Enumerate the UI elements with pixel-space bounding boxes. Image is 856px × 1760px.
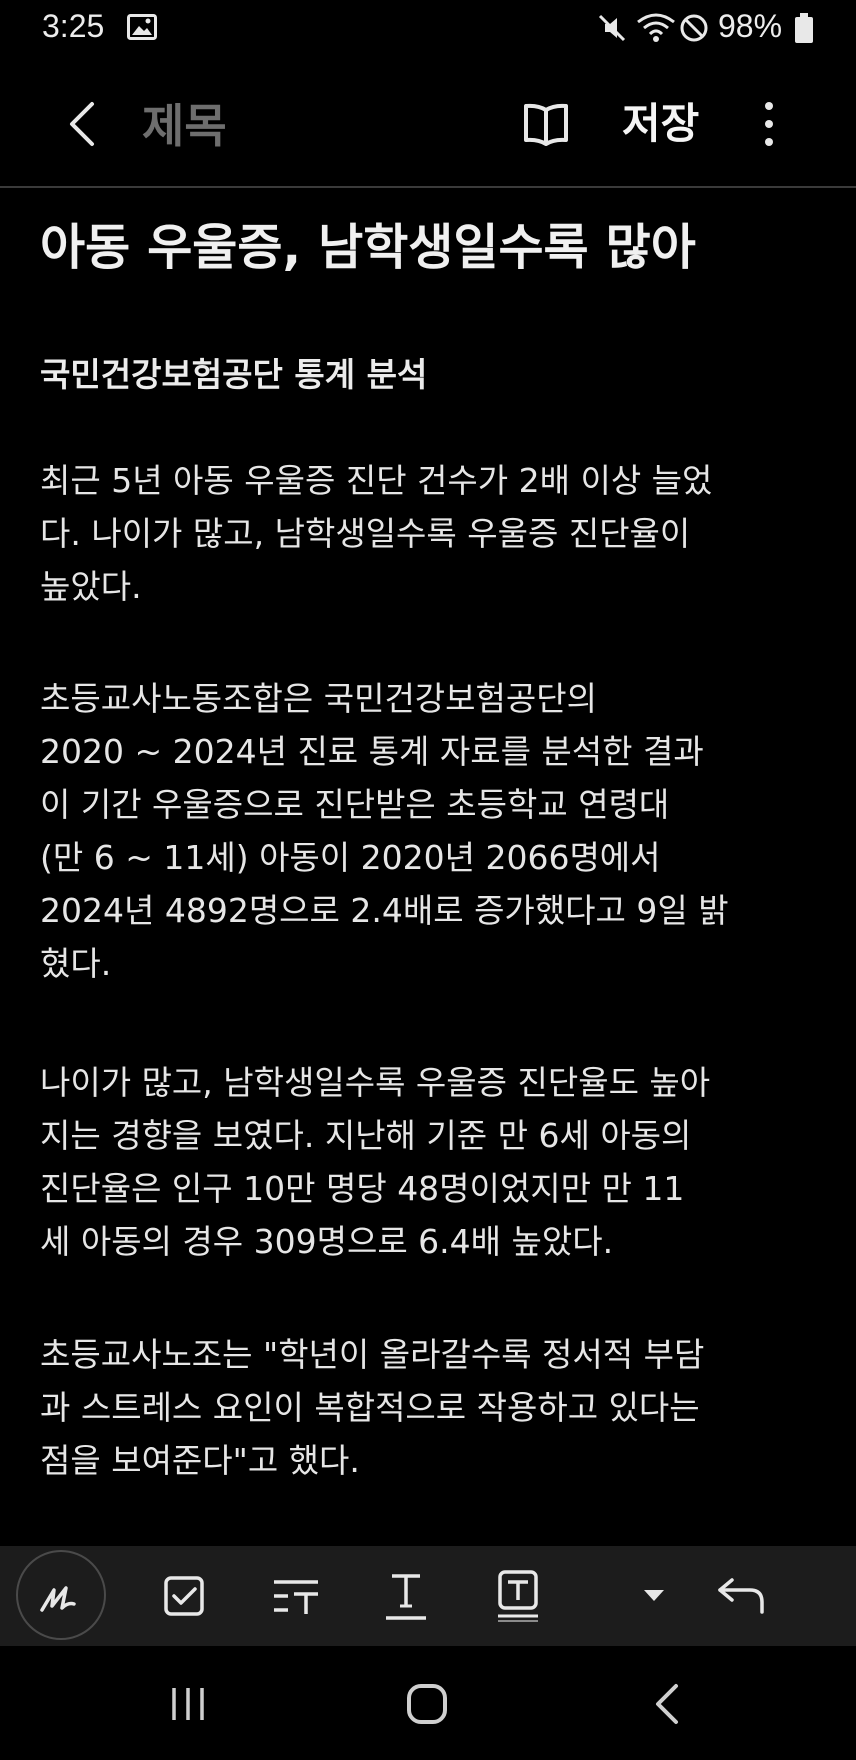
battery-percentage: 98% [718,8,783,44]
mute-icon [598,14,626,42]
status-time: 3:25 [42,8,105,44]
app-header: 제목 저장 [0,60,856,188]
note-paragraph-1: 최근 5년 아동 우울증 진단 건수가 2배 이상 늘었 다. 나이가 많고, … [40,461,713,606]
undo-icon[interactable] [710,1564,774,1628]
more-options-icon[interactable] [752,96,786,152]
editor-toolbar [0,1546,856,1646]
home-icon[interactable] [397,1676,457,1732]
note-heading: 아동 우울증, 남학생일수록 많아 [40,219,696,276]
block-icon [680,14,708,42]
reader-mode-icon[interactable] [520,98,572,150]
title-input[interactable]: 제목 [142,90,227,156]
checkbox-icon[interactable] [152,1564,216,1628]
back-icon[interactable] [60,96,108,152]
note-body[interactable]: 아동 우울증, 남학생일수록 많아 국민건강보험공단 통계 분석 최근 5년 아… [40,218,820,1480]
back-nav-icon[interactable] [638,1676,698,1732]
note-paragraph-4: 초등교사노조는 "학년이 올라갈수록 정서적 부담 과 스트레스 요인이 복합적… [40,1335,705,1480]
note-paragraph-2: 초등교사노동조합은 국민건강보험공단의 2020 ~ 2024년 진료 통계 자… [40,679,729,983]
dropdown-arrow-icon[interactable] [622,1564,686,1628]
system-nav-bar [0,1646,856,1760]
image-icon [127,14,157,40]
battery-icon [795,13,813,43]
note-subheading: 국민건강보험공단 통계 분석 [40,355,428,394]
pen-icon [40,1586,76,1612]
text-style-icon[interactable] [264,1564,328,1628]
note-paragraph-3: 나이가 많고, 남학생일수록 우울증 진단율도 높아 지는 경향을 보였다. 지… [40,1063,711,1261]
wifi-icon [637,13,675,42]
save-button[interactable]: 저장 [622,90,699,151]
recent-apps-icon[interactable] [158,1676,218,1732]
status-bar: 3:25 98% [0,0,856,60]
text-box-icon[interactable] [486,1564,550,1628]
text-format-icon[interactable] [374,1564,438,1628]
pen-button[interactable] [16,1550,106,1640]
